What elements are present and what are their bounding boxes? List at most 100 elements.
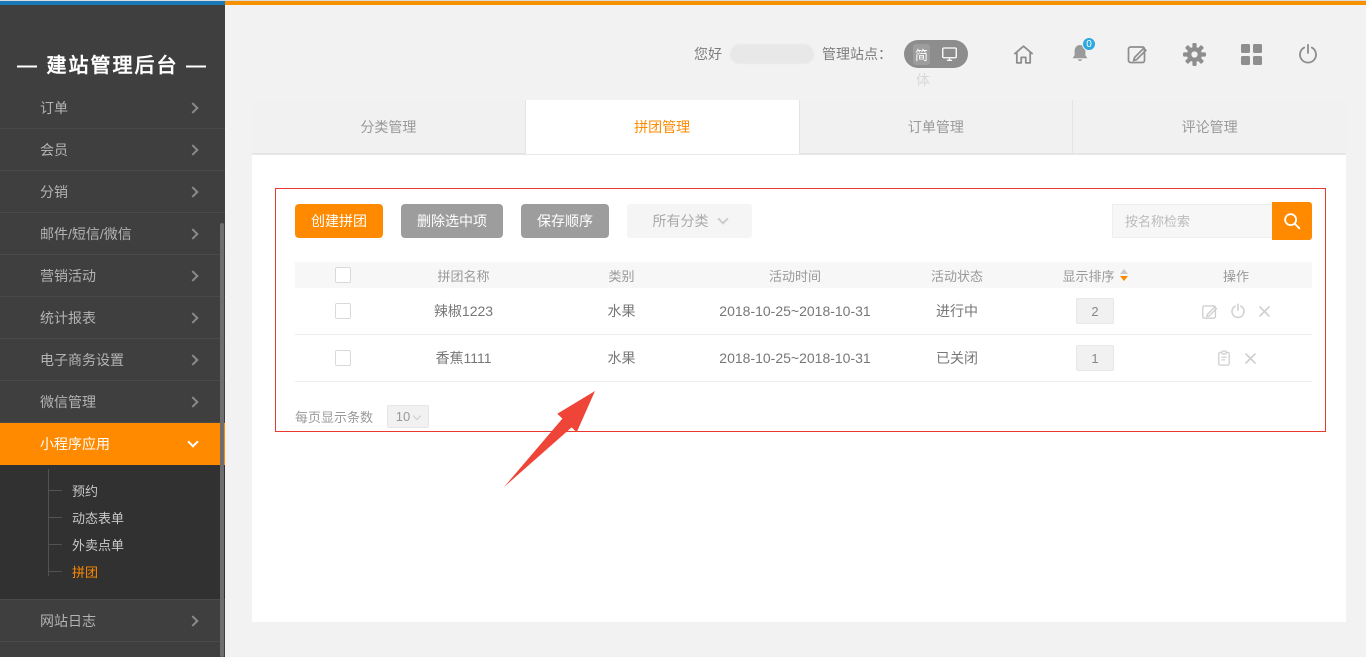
- chevron-right-icon: [187, 270, 198, 281]
- power-logout-icon[interactable]: [1295, 41, 1321, 67]
- sidebar-item-miniprogram-apps[interactable]: 小程序应用: [0, 423, 225, 465]
- sidebar-item-label: 小程序应用: [40, 434, 110, 454]
- select-all-checkbox[interactable]: [335, 267, 351, 283]
- sidebar: — 建站管理后台 — 订单 会员 分销 邮件/短信/微信 营销活动 统计报表 电…: [0, 5, 225, 657]
- sidebar-item-marketing[interactable]: 营销活动: [0, 255, 225, 297]
- monitor-icon: [940, 45, 959, 63]
- row-checkbox[interactable]: [335, 303, 351, 319]
- tab-groupbuy-management[interactable]: 拼团管理: [526, 100, 800, 154]
- per-page-label: 每页显示条数: [295, 407, 373, 426]
- sidebar-scrollbar[interactable]: [220, 223, 224, 657]
- table-row: 辣椒1223 水果 2018-10-25~2018-10-31 进行中 2: [295, 288, 1312, 335]
- subitem-label: 外卖点单: [72, 535, 124, 554]
- create-groupbuy-button[interactable]: 创建拼团: [295, 204, 383, 238]
- greeting-text: 您好: [694, 44, 722, 64]
- sidebar-subitem-groupbuy[interactable]: 拼团: [0, 558, 225, 585]
- row-checkbox[interactable]: [335, 350, 351, 366]
- username-redacted: [730, 44, 814, 64]
- table-row: 香蕉1111 水果 2018-10-25~2018-10-31 已关闭 1: [295, 335, 1312, 382]
- app-title: — 建站管理后台 —: [0, 5, 225, 78]
- sidebar-item-label: 电子商务设置: [40, 350, 124, 370]
- delete-x-icon[interactable]: [1243, 351, 1258, 366]
- col-order: 显示排序: [1062, 266, 1114, 285]
- lang-text: 简: [913, 44, 930, 65]
- settings-gear-icon[interactable]: [1181, 41, 1207, 67]
- sidebar-item-wechat-management[interactable]: 微信管理: [0, 381, 225, 423]
- tab-category-management[interactable]: 分类管理: [252, 100, 526, 154]
- cell-category: 水果: [537, 348, 706, 368]
- delete-selected-button[interactable]: 删除选中项: [401, 204, 503, 238]
- lang-overflow-text: 体: [916, 70, 930, 90]
- col-time: 活动时间: [706, 266, 884, 285]
- chevron-down-icon: [717, 213, 728, 224]
- sort-toggle[interactable]: [1120, 269, 1128, 281]
- cell-status: 已关闭: [884, 348, 1030, 368]
- tab-order-management[interactable]: 订单管理: [800, 100, 1074, 154]
- sidebar-item-site-logs[interactable]: 网站日志: [0, 600, 225, 642]
- sidebar-menu: 订单 会员 分销 邮件/短信/微信 营销活动 统计报表 电子商务设置 微信管理: [0, 101, 225, 657]
- toolbar: 创建拼团 删除选中项 保存顺序 所有分类: [295, 202, 1312, 240]
- sidebar-subitem-dynamic-forms[interactable]: 动态表单: [0, 504, 225, 531]
- apps-grid-icon[interactable]: [1238, 41, 1264, 67]
- subitem-label: 拼团: [72, 562, 98, 581]
- sidebar-item-label: 微信管理: [40, 392, 96, 412]
- chevron-right-icon: [187, 186, 198, 197]
- top-header: 您好 管理站点： 简 体 0: [225, 30, 1366, 90]
- sidebar-subitem-booking[interactable]: 预约: [0, 477, 225, 504]
- chevron-right-icon: [187, 615, 198, 626]
- sidebar-item-ecommerce-settings[interactable]: 电子商务设置: [0, 339, 225, 381]
- site-label: 管理站点：: [822, 44, 892, 64]
- search-input[interactable]: [1112, 204, 1272, 238]
- cell-status: 进行中: [884, 301, 1030, 321]
- chevron-down-icon: [187, 436, 198, 447]
- clipboard-report-icon[interactable]: [1215, 349, 1233, 367]
- order-value-box[interactable]: 1: [1076, 345, 1114, 371]
- chevron-right-icon: [187, 144, 198, 155]
- sidebar-item-label: 会员: [40, 140, 68, 160]
- delete-x-icon[interactable]: [1257, 304, 1272, 319]
- col-status: 活动状态: [884, 266, 1030, 285]
- content-card: 分类管理 拼团管理 订单管理 评论管理 创建拼团 删除选中项 保存顺序 所有分类…: [252, 100, 1346, 622]
- groupbuy-table: 拼团名称 类别 活动时间 活动状态 显示排序 操作 辣椒1223 水果 2018…: [295, 262, 1312, 382]
- category-filter-label: 所有分类: [653, 211, 709, 231]
- tab-comment-management[interactable]: 评论管理: [1073, 100, 1346, 154]
- save-order-button[interactable]: 保存顺序: [521, 204, 609, 238]
- sidebar-submenu: 预约 动态表单 外卖点单 拼团: [0, 465, 225, 600]
- pagination: 每页显示条数 10: [295, 405, 429, 428]
- sidebar-item-label: 订单: [40, 101, 68, 118]
- col-ops: 操作: [1160, 266, 1312, 285]
- search-button[interactable]: [1272, 202, 1312, 240]
- chevron-right-icon: [187, 354, 198, 365]
- chevron-right-icon: [187, 396, 198, 407]
- per-page-value: 10: [396, 409, 410, 424]
- language-site-pill[interactable]: 简 体: [904, 40, 968, 68]
- main-accent-bar: [225, 1, 1366, 5]
- sidebar-item-label: 营销活动: [40, 266, 96, 286]
- sidebar-item-orders[interactable]: 订单: [0, 101, 225, 129]
- edit-icon[interactable]: [1124, 41, 1150, 67]
- power-toggle-icon[interactable]: [1229, 302, 1247, 320]
- subitem-label: 预约: [72, 481, 98, 500]
- sidebar-item-label: 统计报表: [40, 308, 96, 328]
- edit-icon[interactable]: [1200, 302, 1219, 321]
- subitem-label: 动态表单: [72, 508, 124, 527]
- sidebar-item-label: 网站日志: [40, 611, 96, 631]
- sidebar-item-label: 分销: [40, 182, 68, 202]
- notifications-bell-icon[interactable]: 0: [1067, 41, 1093, 67]
- sidebar-item-statistics[interactable]: 统计报表: [0, 297, 225, 339]
- cell-category: 水果: [537, 301, 706, 321]
- sidebar-item-mail-sms-wechat[interactable]: 邮件/短信/微信: [0, 213, 225, 255]
- cell-time: 2018-10-25~2018-10-31: [706, 303, 884, 319]
- order-value-box[interactable]: 2: [1076, 298, 1114, 324]
- category-filter-dropdown[interactable]: 所有分类: [627, 204, 752, 238]
- chevron-right-icon: [187, 312, 198, 323]
- cell-name: 辣椒1223: [390, 301, 537, 321]
- table-header-row: 拼团名称 类别 活动时间 活动状态 显示排序 操作: [295, 262, 1312, 288]
- home-icon[interactable]: [1010, 41, 1036, 67]
- sidebar-subitem-takeout[interactable]: 外卖点单: [0, 531, 225, 558]
- per-page-dropdown[interactable]: 10: [387, 405, 429, 428]
- sidebar-item-members[interactable]: 会员: [0, 129, 225, 171]
- sidebar-item-distribution[interactable]: 分销: [0, 171, 225, 213]
- tab-bar: 分类管理 拼团管理 订单管理 评论管理: [252, 100, 1346, 155]
- chevron-right-icon: [187, 228, 198, 239]
